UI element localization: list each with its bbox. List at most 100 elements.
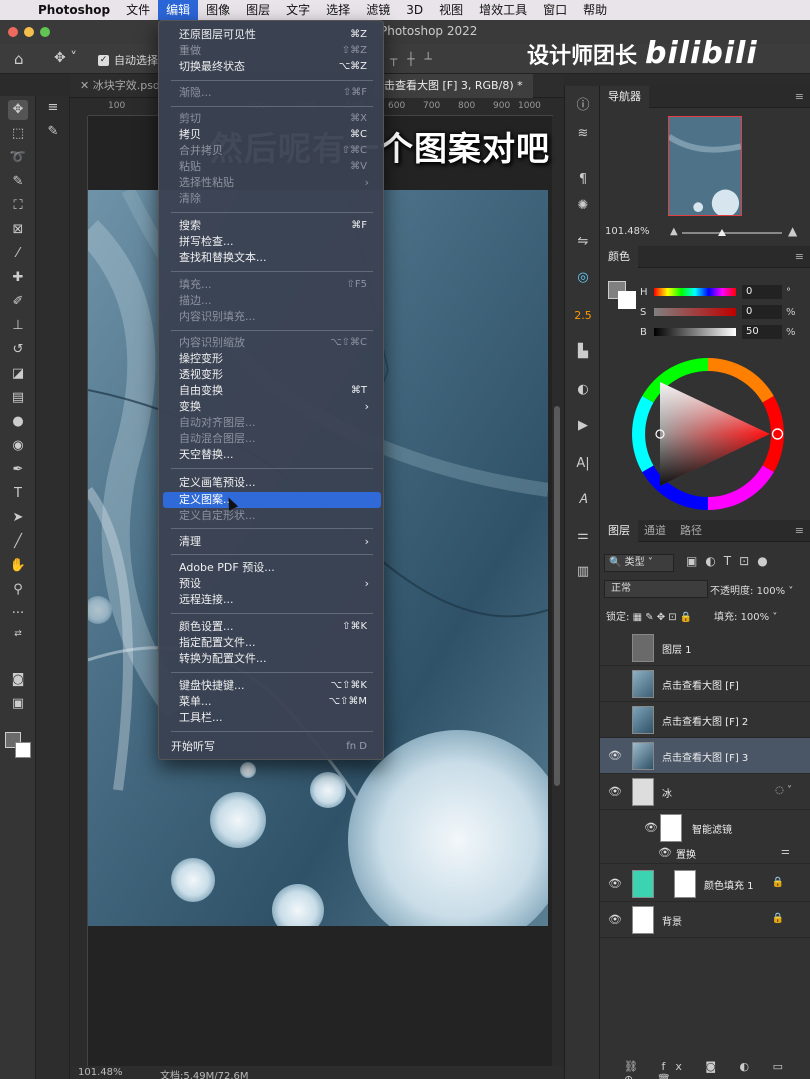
menu-item-copy[interactable]: 拷贝 ⌘C: [163, 127, 381, 143]
type-tool-icon[interactable]: T: [8, 484, 28, 504]
hue-slider[interactable]: [654, 288, 736, 296]
quick-mask-icon[interactable]: ◙: [8, 670, 28, 690]
crop-tool-icon[interactable]: ⛶: [8, 196, 28, 216]
menu-item-purge[interactable]: 清理 ›: [163, 534, 381, 550]
screen-mode-icon[interactable]: ▣: [8, 694, 28, 714]
navigator-zoom-slider[interactable]: [682, 229, 782, 236]
menu-item-search[interactable]: 搜索 ⌘F: [163, 218, 381, 234]
version-icon[interactable]: 2.5: [573, 306, 593, 326]
menu-image[interactable]: 图像: [198, 0, 238, 20]
move-tool-icon[interactable]: ✥ ˅: [54, 50, 77, 66]
menu-item-content-aware-fill[interactable]: 内容识别填充...: [163, 309, 381, 325]
scroll-thumb[interactable]: [554, 406, 560, 786]
eye-icon[interactable]: 👁: [608, 749, 622, 762]
path-select-tool-icon[interactable]: ➤: [8, 508, 28, 528]
layer-row[interactable]: 👁 冰 ◌ ˅: [600, 774, 810, 810]
menu-item-convert-profile[interactable]: 转换为配置文件...: [163, 651, 381, 667]
menu-view[interactable]: 视图: [431, 0, 471, 20]
marquee-tool-icon[interactable]: ⬚: [8, 124, 28, 144]
menu-item-assign-profile[interactable]: 指定配置文件...: [163, 635, 381, 651]
menu-item-start-dictation[interactable]: 开始听写 fn D: [163, 739, 381, 755]
book-icon[interactable]: ▙: [573, 342, 593, 362]
panel-menu-icon[interactable]: ≡: [795, 250, 804, 263]
tab-navigator[interactable]: 导航器: [600, 86, 649, 108]
menu-item-content-aware-scale[interactable]: 内容识别缩放 ⌥⇧⌘C: [163, 335, 381, 351]
brushes-icon[interactable]: ✺: [573, 196, 593, 216]
info-icon[interactable]: ⓘ: [573, 96, 593, 116]
menu-item-find-replace[interactable]: 查找和替换文本...: [163, 250, 381, 266]
menu-select[interactable]: 选择: [318, 0, 358, 20]
stamp-tool-icon[interactable]: ⊥: [8, 316, 28, 336]
smart-filter-row[interactable]: 👁 智能滤镜: [600, 810, 810, 846]
menu-item-toolbar[interactable]: 工具栏...: [163, 710, 381, 726]
menu-item-perspective-warp[interactable]: 透视变形: [163, 367, 381, 383]
tab-layers[interactable]: 图层: [600, 520, 638, 542]
menu-3d[interactable]: 3D: [398, 0, 431, 20]
menu-item-auto-align[interactable]: 自动对齐图层...: [163, 415, 381, 431]
eye-icon[interactable]: 👁: [608, 785, 622, 798]
menu-type[interactable]: 文字: [278, 0, 318, 20]
eye-icon[interactable]: 👁: [658, 846, 672, 859]
saturation-value[interactable]: 0: [742, 305, 782, 319]
menu-item-toggle-last-state[interactable]: 切换最终状态 ⌥⌘Z: [163, 59, 381, 75]
menu-item-auto-blend[interactable]: 自动混合图层...: [163, 431, 381, 447]
home-icon[interactable]: ⌂: [14, 50, 24, 68]
layer-filter-icons[interactable]: ▣◐T⊡●: [686, 554, 776, 568]
layer-row-selected[interactable]: 👁 点击查看大图 [F] 3: [600, 738, 810, 774]
align-icons[interactable]: ┬┼┴: [390, 52, 442, 66]
menu-layer[interactable]: 图层: [238, 0, 278, 20]
blur-tool-icon[interactable]: ●: [8, 412, 28, 432]
history-icon[interactable]: ≋: [573, 124, 593, 144]
swap-colors-icon[interactable]: ⇄: [8, 624, 28, 644]
panel-menu-icon[interactable]: ≡: [795, 524, 804, 537]
zoom-out-icon[interactable]: ▲: [670, 226, 678, 237]
fill-field[interactable]: 填充: 100% ˅: [714, 608, 777, 623]
quick-select-tool-icon[interactable]: ✎: [8, 172, 28, 192]
tab-paths[interactable]: 路径: [672, 520, 710, 542]
tab-color[interactable]: 颜色: [600, 246, 638, 268]
brush-settings-icon[interactable]: ✎: [44, 124, 62, 142]
auto-select-checkbox[interactable]: ✓ 自动选择: [98, 52, 158, 68]
menu-item-cut[interactable]: 剪切 ⌘X: [163, 111, 381, 127]
adjustments-icon[interactable]: ◐: [573, 380, 593, 400]
menu-item-undo[interactable]: 还原图层可见性 ⌘Z: [163, 27, 381, 43]
menu-item-stroke[interactable]: 描边...: [163, 293, 381, 309]
dodge-tool-icon[interactable]: ◉: [8, 436, 28, 456]
lock-icons[interactable]: ▦ ✎ ✥ ⊡ 🔒: [633, 612, 693, 623]
brightness-slider[interactable]: [654, 328, 736, 336]
brightness-value[interactable]: 50: [742, 325, 782, 339]
menu-item-transform[interactable]: 变换 ›: [163, 399, 381, 415]
menu-item-fade[interactable]: 渐隐... ⇧⌘F: [163, 85, 381, 101]
eye-icon[interactable]: 👁: [644, 821, 658, 834]
menu-app[interactable]: Photoshop: [30, 0, 118, 20]
menu-item-copy-merged[interactable]: 合并拷贝 ⇧⌘C: [163, 143, 381, 159]
frame-tool-icon[interactable]: ⊠: [8, 220, 28, 240]
zoom-tool-icon[interactable]: ⚲: [8, 580, 28, 600]
color-wheel[interactable]: [630, 356, 786, 512]
zoom-window-button[interactable]: [40, 27, 50, 37]
line-tool-icon[interactable]: ╱: [8, 532, 28, 552]
character-icon[interactable]: A|: [573, 454, 593, 474]
menu-item-presets[interactable]: 预设 ›: [163, 576, 381, 592]
timeline-icon[interactable]: ▥: [573, 562, 593, 582]
hue-value[interactable]: 0: [742, 285, 782, 299]
menu-item-clear[interactable]: 清除: [163, 191, 381, 207]
menu-item-keyboard-shortcuts[interactable]: 键盘快捷键... ⌥⇧⌘K: [163, 678, 381, 694]
panel-menu-icon[interactable]: ≡: [795, 90, 804, 103]
menu-edit[interactable]: 编辑: [158, 0, 199, 20]
menu-file[interactable]: 文件: [118, 0, 158, 20]
eye-icon[interactable]: 👁: [608, 913, 622, 926]
menu-item-paste[interactable]: 粘贴 ⌘V: [163, 159, 381, 175]
healing-tool-icon[interactable]: ✚: [8, 268, 28, 288]
menu-item-check-spelling[interactable]: 拼写检查...: [163, 234, 381, 250]
brush-tool-icon[interactable]: ✐: [8, 292, 28, 312]
menu-item-free-transform[interactable]: 自由变换 ⌘T: [163, 383, 381, 399]
menu-window[interactable]: 窗口: [535, 0, 575, 20]
menu-item-fill[interactable]: 填充... ⇧F5: [163, 277, 381, 293]
menu-item-paste-special[interactable]: 选择性粘贴 ›: [163, 175, 381, 191]
actions-icon[interactable]: ▶: [573, 416, 593, 436]
color-swatch[interactable]: [608, 281, 636, 309]
color-swatches[interactable]: [5, 732, 31, 758]
properties-sliders-icon[interactable]: ⚌: [573, 526, 593, 546]
eye-icon[interactable]: 👁: [608, 877, 622, 890]
